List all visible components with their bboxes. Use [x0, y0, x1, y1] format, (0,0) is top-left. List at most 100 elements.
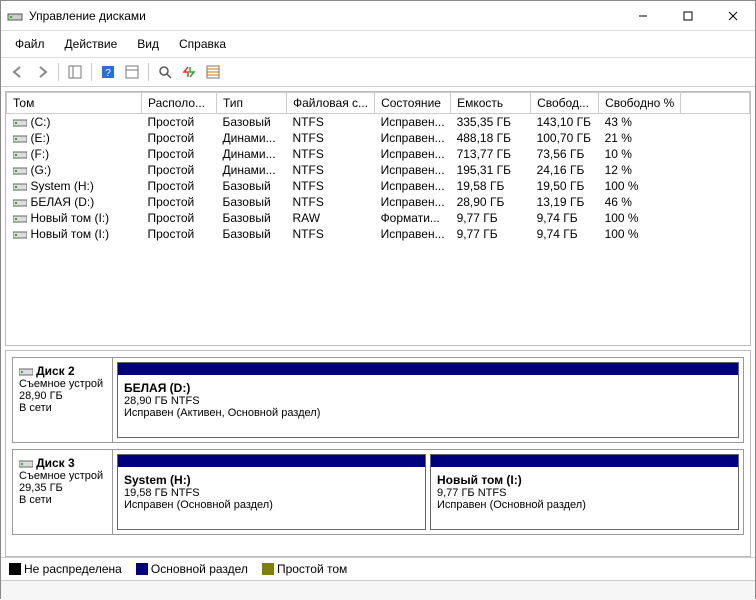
cell-volume: БЕЛАЯ (D:) — [7, 194, 142, 210]
toolbar-separator — [58, 63, 59, 81]
list-view-button[interactable] — [202, 61, 224, 83]
cell-type: Динами... — [217, 146, 287, 162]
back-button[interactable] — [7, 61, 29, 83]
volume-list-pane[interactable]: Том Располо... Тип Файловая с... Состоян… — [5, 91, 751, 346]
cell-fs: NTFS — [287, 130, 375, 146]
cell-volume: (C:) — [7, 114, 142, 131]
volume-table[interactable]: Том Располо... Тип Файловая с... Состоян… — [6, 92, 750, 242]
col-volume[interactable]: Том — [7, 93, 142, 114]
menu-file[interactable]: Файл — [7, 35, 53, 53]
cell-freepct: 100 % — [599, 178, 681, 194]
show-hide-console-tree-button[interactable] — [64, 61, 86, 83]
table-row[interactable]: БЕЛАЯ (D:)ПростойБазовыйNTFSИсправен...2… — [7, 194, 750, 210]
cell-type: Динами... — [217, 162, 287, 178]
close-button[interactable] — [710, 1, 755, 31]
cell-capacity: 195,31 ГБ — [451, 162, 531, 178]
col-freepct[interactable]: Свободно % — [599, 93, 681, 114]
cell-free: 13,19 ГБ — [531, 194, 599, 210]
cell-capacity: 28,90 ГБ — [451, 194, 531, 210]
table-row[interactable]: Новый том (I:)ПростойБазовыйNTFSИсправен… — [7, 226, 750, 242]
disk-kind: Съемное устрой — [19, 470, 103, 482]
cell-freepct: 12 % — [599, 162, 681, 178]
col-status[interactable]: Состояние — [375, 93, 451, 114]
menubar: Файл Действие Вид Справка — [1, 31, 755, 58]
settings-button[interactable] — [121, 61, 143, 83]
cell-type: Базовый — [217, 178, 287, 194]
cell-fs: NTFS — [287, 194, 375, 210]
table-row[interactable]: System (H:)ПростойБазовыйNTFSИсправен...… — [7, 178, 750, 194]
cell-fs: NTFS — [287, 162, 375, 178]
app-icon — [7, 8, 23, 24]
cell-free: 9,74 ГБ — [531, 226, 599, 242]
primary-swatch — [136, 563, 148, 575]
cell-capacity: 713,77 ГБ — [451, 146, 531, 162]
col-fs[interactable]: Файловая с... — [287, 93, 375, 114]
legend-primary: Основной раздел — [136, 562, 248, 576]
cell-capacity: 19,58 ГБ — [451, 178, 531, 194]
refresh-button[interactable] — [154, 61, 176, 83]
cell-type: Базовый — [217, 226, 287, 242]
cell-capacity: 488,18 ГБ — [451, 130, 531, 146]
window-title: Управление дисками — [29, 9, 620, 23]
unallocated-swatch — [9, 563, 21, 575]
disk-label-panel[interactable]: Диск 3 Съемное устрой 29,35 ГБ В сети — [13, 450, 113, 534]
table-row[interactable]: (G:)ПростойДинами...NTFSИсправен...195,3… — [7, 162, 750, 178]
col-layout[interactable]: Располо... — [142, 93, 217, 114]
cell-status: Исправен... — [375, 194, 451, 210]
table-row[interactable]: (F:)ПростойДинами...NTFSИсправен...713,7… — [7, 146, 750, 162]
partition-size: 19,58 ГБ NTFS — [124, 487, 200, 499]
menu-action[interactable]: Действие — [57, 35, 126, 53]
legend-simple: Простой том — [262, 562, 347, 576]
disk-partitions: БЕЛАЯ (D:) 28,90 ГБ NTFS Исправен (Актив… — [113, 358, 743, 442]
cell-volume: System (H:) — [7, 178, 142, 194]
rescan-button[interactable] — [178, 61, 200, 83]
disk-label-panel[interactable]: Диск 2 Съемное устрой 28,90 ГБ В сети — [13, 358, 113, 442]
cell-free: 9,74 ГБ — [531, 210, 599, 226]
cell-status: Формати... — [375, 210, 451, 226]
disk-block[interactable]: Диск 2 Съемное устрой 28,90 ГБ В сети БЕ… — [12, 357, 744, 443]
menu-view[interactable]: Вид — [129, 35, 167, 53]
table-row[interactable]: (E:)ПростойДинами...NTFSИсправен...488,1… — [7, 130, 750, 146]
table-row[interactable]: (C:)ПростойБазовыйNTFSИсправен...335,35 … — [7, 114, 750, 131]
legend: Не распределена Основной раздел Простой … — [1, 557, 755, 580]
help-button[interactable]: ? — [97, 61, 119, 83]
cell-freepct: 100 % — [599, 210, 681, 226]
cell-volume: (G:) — [7, 162, 142, 178]
disk-graphical-pane[interactable]: Диск 2 Съемное устрой 28,90 ГБ В сети БЕ… — [5, 350, 751, 557]
disk-block[interactable]: Диск 3 Съемное устрой 29,35 ГБ В сети Sy… — [12, 449, 744, 535]
cell-freepct: 100 % — [599, 226, 681, 242]
titlebar: Управление дисками — [1, 1, 755, 31]
minimize-button[interactable] — [620, 1, 665, 31]
partition-size: 28,90 ГБ NTFS — [124, 395, 200, 407]
partition-status: Исправен (Активен, Основной раздел) — [124, 407, 320, 419]
disk-name: Диск 3 — [36, 456, 75, 470]
cell-volume: (E:) — [7, 130, 142, 146]
cell-free: 19,50 ГБ — [531, 178, 599, 194]
cell-fs: NTFS — [287, 146, 375, 162]
cell-layout: Простой — [142, 210, 217, 226]
partition[interactable]: System (H:) 19,58 ГБ NTFS Исправен (Осно… — [117, 454, 426, 530]
cell-freepct: 43 % — [599, 114, 681, 131]
cell-status: Исправен... — [375, 130, 451, 146]
cell-layout: Простой — [142, 226, 217, 242]
cell-type: Базовый — [217, 194, 287, 210]
partition-body: Новый том (I:) 9,77 ГБ NTFS Исправен (Ос… — [431, 467, 738, 529]
partition[interactable]: БЕЛАЯ (D:) 28,90 ГБ NTFS Исправен (Актив… — [117, 362, 739, 438]
maximize-button[interactable] — [665, 1, 710, 31]
table-row[interactable]: Новый том (I:)ПростойБазовыйRAWФормати..… — [7, 210, 750, 226]
cell-free: 73,56 ГБ — [531, 146, 599, 162]
partition[interactable]: Новый том (I:) 9,77 ГБ NTFS Исправен (Ос… — [430, 454, 739, 530]
menu-help[interactable]: Справка — [171, 35, 234, 53]
table-header-row: Том Располо... Тип Файловая с... Состоян… — [7, 93, 750, 114]
col-type[interactable]: Тип — [217, 93, 287, 114]
cell-freepct: 46 % — [599, 194, 681, 210]
cell-capacity: 9,77 ГБ — [451, 226, 531, 242]
cell-status: Исправен... — [375, 146, 451, 162]
cell-fs: NTFS — [287, 178, 375, 194]
partition-title: БЕЛАЯ (D:) — [124, 381, 190, 395]
partition-status: Исправен (Основной раздел) — [124, 499, 273, 511]
forward-button[interactable] — [31, 61, 53, 83]
col-capacity[interactable]: Емкость — [451, 93, 531, 114]
cell-fs: RAW — [287, 210, 375, 226]
col-free[interactable]: Свобод... — [531, 93, 599, 114]
